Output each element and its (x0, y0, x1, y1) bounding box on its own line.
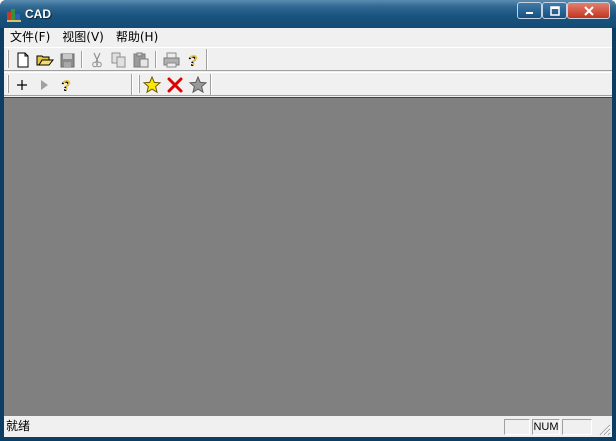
app-icon (7, 9, 21, 22)
standard-toolbar: ? ? (4, 47, 612, 71)
delete-button[interactable] (164, 75, 186, 95)
toolbar-grip[interactable] (7, 75, 9, 93)
scroll-lock-indicator (562, 419, 592, 435)
help-context-button-2[interactable]: ? ? (55, 75, 77, 95)
maximize-icon (549, 5, 560, 16)
new-button[interactable] (12, 50, 34, 70)
plus-icon (17, 80, 27, 90)
cut-icon (92, 52, 102, 68)
num-lock-indicator: NUM (532, 419, 560, 435)
client-area: 文件(F) 视图(V) 帮助(H) ? ? ? ? 就绪 NUM (4, 28, 612, 437)
minimize-button[interactable] (517, 2, 542, 19)
star-button[interactable] (141, 75, 163, 95)
mdi-workspace[interactable] (4, 97, 612, 416)
menu-help[interactable]: 帮助(H) (110, 28, 164, 46)
menu-file[interactable]: 文件(F) (4, 28, 56, 46)
copy-icon (111, 52, 126, 68)
print-icon (163, 52, 179, 68)
window-title: CAD (25, 7, 51, 21)
secondary-toolbar: ? ? (4, 72, 612, 96)
toolbar-separator (81, 51, 83, 68)
maximize-button[interactable] (542, 2, 567, 19)
status-bar: 就绪 NUM (4, 416, 612, 437)
resize-grip-icon[interactable] (598, 423, 611, 436)
toolbar-grip[interactable] (7, 50, 9, 68)
paste-icon (133, 52, 149, 68)
print-button[interactable] (160, 50, 182, 70)
title-bar[interactable]: CAD (0, 0, 616, 28)
save-icon (60, 53, 74, 67)
save-button[interactable] (56, 50, 78, 70)
cut-button[interactable] (86, 50, 108, 70)
svg-text:?: ? (62, 77, 71, 94)
play-arrow-icon (41, 80, 48, 90)
help-context-icon: ? ? (61, 77, 71, 94)
application-window: CAD 文件(F) 视图(V) 帮助(H) ? ? ? ? 就绪 NUM (0, 0, 616, 441)
close-icon (583, 5, 594, 16)
star-disabled-button[interactable] (187, 75, 209, 95)
new-document-icon (17, 52, 29, 68)
close-button[interactable] (567, 2, 610, 19)
open-button[interactable] (34, 50, 56, 70)
status-message: 就绪 (6, 419, 31, 433)
star-yellow-icon (143, 76, 161, 94)
svg-text:?: ? (189, 52, 198, 69)
play-button[interactable] (33, 75, 55, 95)
help-context-button[interactable]: ? ? (182, 50, 204, 70)
menu-bar: 文件(F) 视图(V) 帮助(H) (4, 28, 612, 46)
add-button[interactable] (11, 75, 33, 95)
menu-view[interactable]: 视图(V) (56, 28, 110, 46)
star-gray-icon (189, 76, 207, 94)
toolbar-separator (155, 51, 157, 68)
caps-lock-indicator (504, 419, 530, 435)
minimize-icon (525, 11, 533, 14)
paste-button[interactable] (130, 50, 152, 70)
copy-button[interactable] (108, 50, 130, 70)
toolbar-grip[interactable] (138, 75, 140, 93)
red-x-icon (167, 77, 183, 93)
open-folder-icon (36, 55, 54, 66)
help-context-icon: ? ? (188, 52, 198, 69)
